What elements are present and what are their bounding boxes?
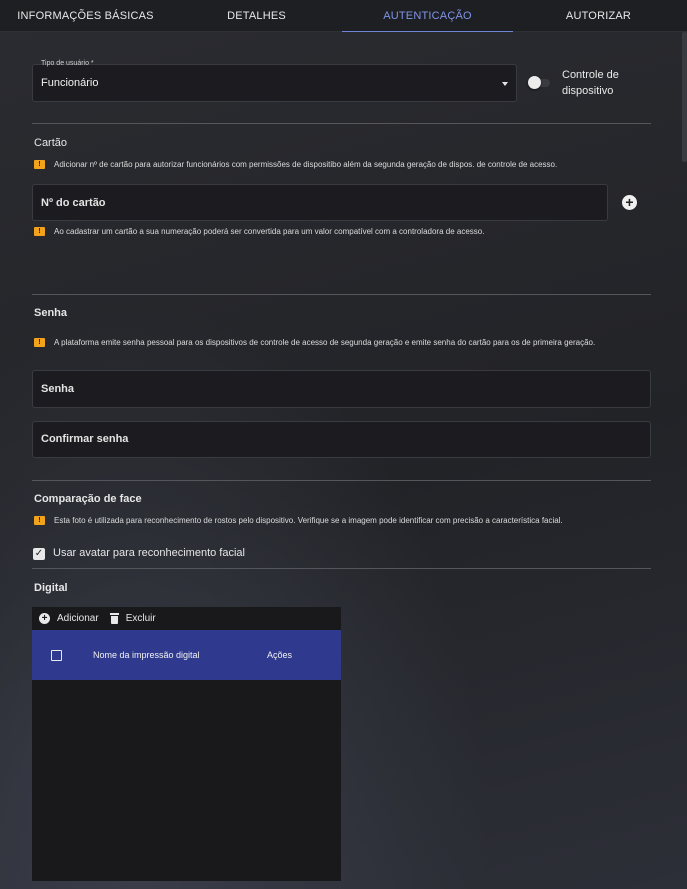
tab-autorizar[interactable]: AUTORIZAR xyxy=(513,0,684,32)
toggle-thumb xyxy=(528,76,541,89)
password-warning-text: A plataforma emite senha pessoal para os… xyxy=(54,338,596,347)
divider xyxy=(32,480,651,481)
delete-fingerprint-label: Excluir xyxy=(125,612,156,624)
password-input[interactable]: Senha xyxy=(32,370,651,408)
table-header: Nome da impressão digital Ações xyxy=(32,630,341,680)
password-section-title: Senha xyxy=(34,307,68,319)
add-fingerprint-button[interactable]: + Adicionar xyxy=(39,612,99,624)
user-type-label: Tipo de usuário * xyxy=(41,60,94,67)
device-control-label-line2: dispositivo xyxy=(562,85,614,97)
select-all-checkbox[interactable] xyxy=(51,650,62,661)
delete-fingerprint-button[interactable]: Excluir xyxy=(109,612,156,624)
card-section-title: Cartão xyxy=(34,137,68,149)
confirm-password-placeholder: Confirmar senha xyxy=(41,433,129,445)
tab-autenticacao[interactable]: AUTENTICAÇÃO xyxy=(342,0,513,32)
password-placeholder: Senha xyxy=(41,383,75,395)
divider xyxy=(32,294,651,295)
warning-icon: ! xyxy=(34,516,45,525)
tab-bar: INFORMAÇÕES BÁSICAS DETALHES AUTENTICAÇÃ… xyxy=(0,0,687,32)
warning-icon: ! xyxy=(34,227,45,236)
password-warning: ! A plataforma emite senha pessoal para … xyxy=(34,338,595,347)
chevron-down-icon xyxy=(502,82,508,86)
divider xyxy=(32,123,651,124)
card-note: ! Ao cadastrar um cartão a sua numeração… xyxy=(34,227,484,236)
face-warning-text: Esta foto é utilizada para reconheciment… xyxy=(54,516,563,525)
card-number-input[interactable]: Nº do cartão xyxy=(32,184,608,221)
add-fingerprint-label: Adicionar xyxy=(57,612,99,624)
scrollbar[interactable] xyxy=(682,32,687,162)
tab-informacoes-basicas[interactable]: INFORMAÇÕES BÁSICAS xyxy=(0,0,171,32)
card-warning: ! Adicionar nº de cartão para autorizar … xyxy=(34,160,557,169)
card-number-placeholder: Nº do cartão xyxy=(41,197,106,209)
card-warning-text: Adicionar nº de cartão para autorizar fu… xyxy=(54,160,558,169)
column-header-name[interactable]: Nome da impressão digital xyxy=(93,650,200,660)
face-section-title: Comparação de face xyxy=(34,493,142,505)
user-type-select[interactable]: Tipo de usuário * Funcionário xyxy=(32,60,517,102)
warning-icon: ! xyxy=(34,338,45,347)
tab-detalhes[interactable]: DETALHES xyxy=(171,0,342,32)
device-control-label: Controle de dispositivo xyxy=(562,67,642,99)
card-note-text: Ao cadastrar um cartão a sua numeração p… xyxy=(54,227,485,236)
column-header-actions: Ações xyxy=(267,650,293,660)
use-avatar-label: Usar avatar para reconhecimento facial xyxy=(53,547,245,559)
device-control-label-line1: Controle de xyxy=(562,69,619,81)
face-warning: ! Esta foto é utilizada para reconhecime… xyxy=(34,516,563,525)
fingerprint-section-title: Digital xyxy=(34,582,68,594)
use-avatar-checkbox[interactable]: ✓ xyxy=(33,548,45,560)
trash-icon xyxy=(109,612,119,624)
fingerprint-table: + Adicionar Excluir Nome da impressão di… xyxy=(32,607,341,881)
warning-icon: ! xyxy=(34,160,45,169)
device-control-toggle[interactable] xyxy=(528,76,552,89)
add-card-button[interactable]: + xyxy=(622,195,637,210)
confirm-password-input[interactable]: Confirmar senha xyxy=(32,421,651,458)
table-toolbar: + Adicionar Excluir xyxy=(32,607,341,629)
user-type-value: Funcionário xyxy=(41,77,99,89)
add-circle-icon: + xyxy=(39,612,50,624)
divider xyxy=(32,568,651,569)
